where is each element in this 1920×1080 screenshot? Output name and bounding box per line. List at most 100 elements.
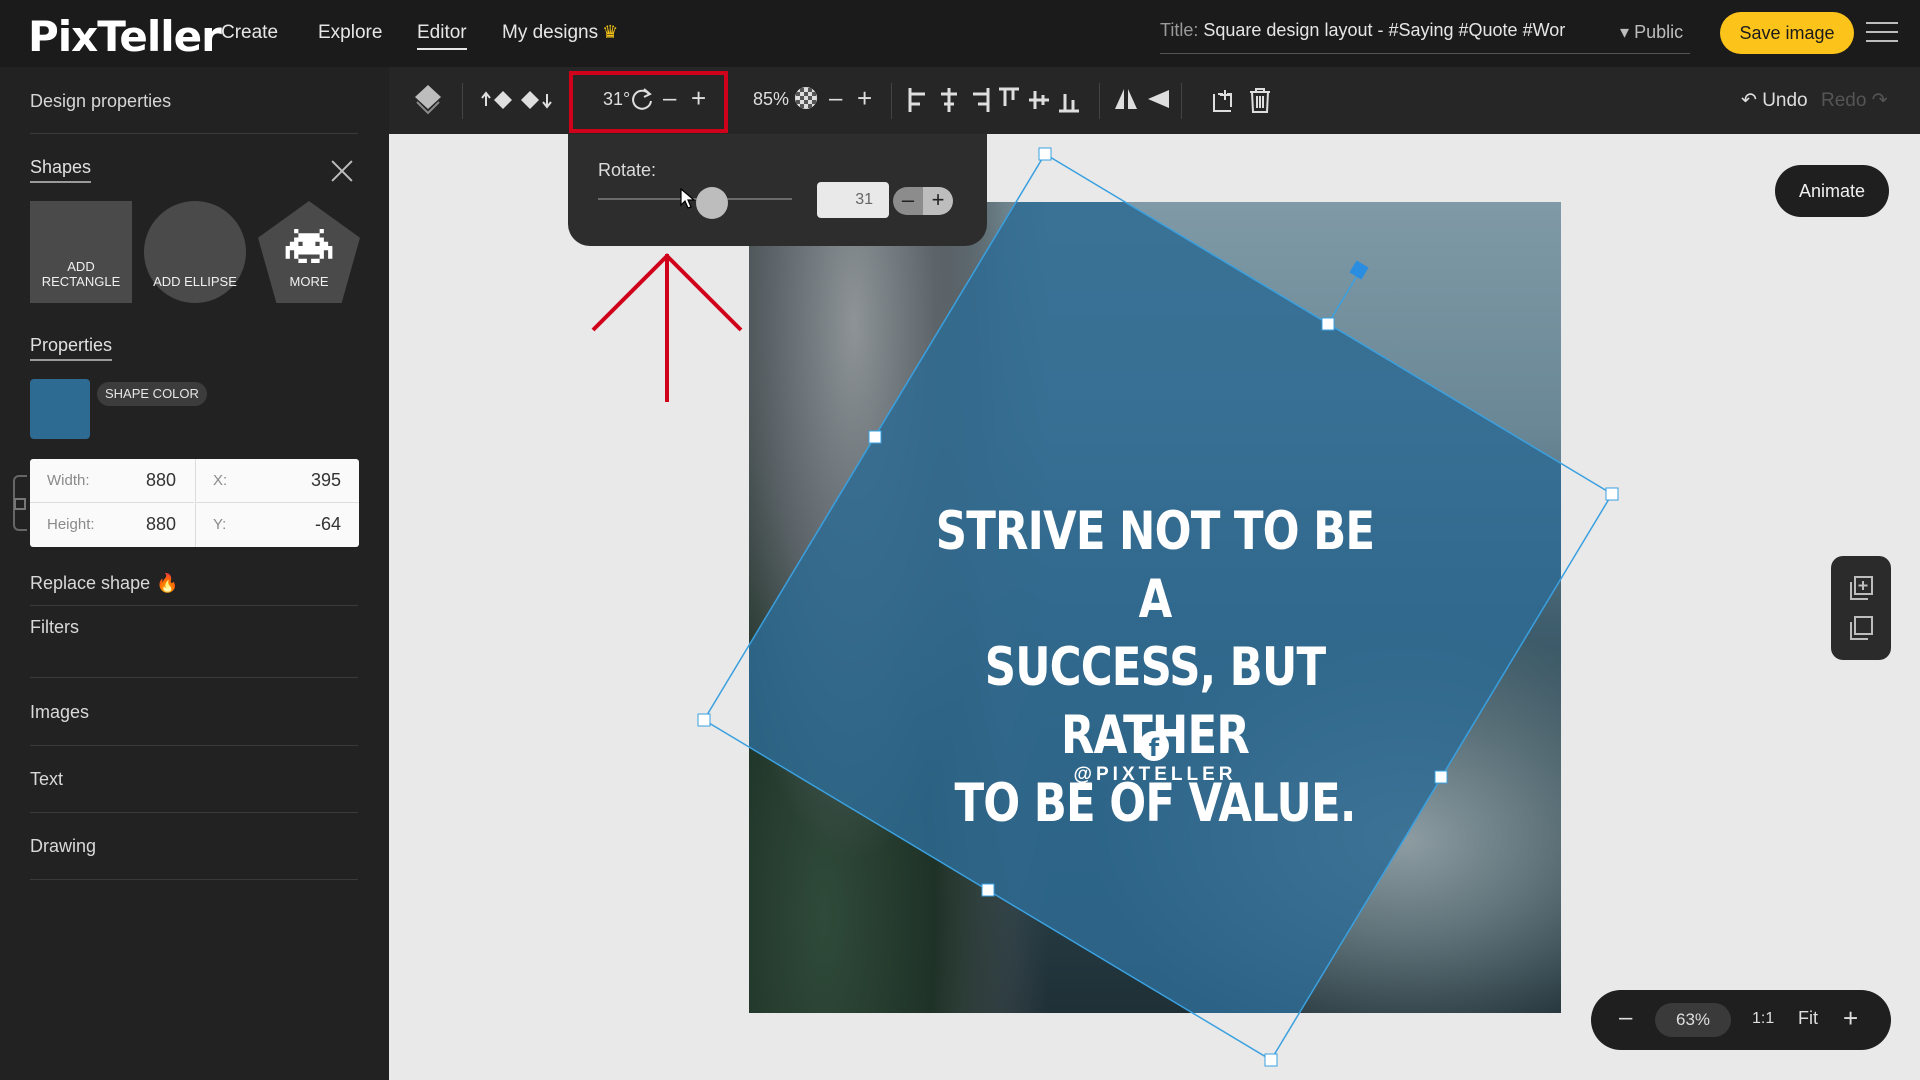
transparency-icon[interactable] <box>794 86 818 110</box>
align-left-icon[interactable] <box>907 86 931 114</box>
toolbar-separator <box>1181 83 1182 119</box>
annotation-arrow <box>591 253 743 402</box>
caret-down-icon: ▾ <box>1620 22 1630 42</box>
rotate-popover: Rotate: 31 – + <box>568 134 987 246</box>
x-field[interactable]: X: 395 <box>195 459 359 503</box>
resize-handle-right[interactable] <box>1605 487 1619 501</box>
app-logo[interactable]: PixTeller <box>28 12 222 61</box>
align-right-icon[interactable] <box>967 86 991 114</box>
flip-horizontal-icon[interactable] <box>1113 86 1139 112</box>
add-rectangle-button[interactable]: ADD RECTANGLE <box>30 201 132 303</box>
visibility-dropdown[interactable]: ▾ Public <box>1620 22 1683 43</box>
more-shapes-label: MORE <box>289 274 329 289</box>
nav-my-designs[interactable]: My designs ♛ <box>502 22 618 44</box>
layers-icon[interactable] <box>413 83 443 117</box>
rotate-increment-button[interactable]: + <box>923 187 953 215</box>
undo-label: Undo <box>1762 90 1808 111</box>
resize-handle-top[interactable] <box>1038 147 1052 161</box>
shape-color-swatch[interactable] <box>30 379 90 439</box>
shapes-heading: Shapes <box>30 157 92 183</box>
text-link[interactable]: Text <box>30 769 63 790</box>
rotate-value-input[interactable]: 31 <box>817 182 889 218</box>
space-invader-icon <box>285 229 333 263</box>
height-value[interactable]: 880 <box>146 514 176 535</box>
add-rectangle-label: ADD RECTANGLE <box>41 259 121 289</box>
hamburger-menu-icon[interactable] <box>1866 22 1898 44</box>
width-value[interactable]: 880 <box>146 470 176 491</box>
height-field[interactable]: Height: 880 <box>30 503 194 547</box>
zoom-controls: – 63% 1:1 Fit + <box>1591 990 1891 1050</box>
align-bottom-icon[interactable] <box>1057 86 1081 114</box>
visibility-label: Public <box>1634 22 1684 42</box>
flip-vertical-icon[interactable] <box>1145 86 1171 112</box>
replace-shape-link[interactable]: Replace shape 🔥 <box>30 573 179 594</box>
top-nav-bar: PixTeller Create Explore Editor My desig… <box>0 0 1920 67</box>
facebook-icon: f <box>1139 731 1169 762</box>
add-page-icon[interactable] <box>1847 574 1875 602</box>
add-ellipse-button[interactable]: ADD ELLIPSE <box>144 201 246 303</box>
bring-forward-icon[interactable] <box>481 86 515 114</box>
rotation-value[interactable]: 31° <box>603 89 630 110</box>
zoom-level[interactable]: 63% <box>1655 1003 1731 1037</box>
divider <box>30 605 358 606</box>
left-sidebar: Design properties Shapes ADD RECTANGLE A… <box>0 67 389 1080</box>
rotate-slider-knob[interactable] <box>695 187 728 219</box>
width-field[interactable]: Width: 880 <box>30 459 194 503</box>
more-shapes-button[interactable]: MORE <box>258 201 360 303</box>
redo-label: Redo <box>1821 90 1867 111</box>
nav-editor[interactable]: Editor <box>417 22 467 50</box>
rotate-icon[interactable] <box>629 86 655 112</box>
social-handle-text[interactable]: @PIXTELLER <box>1040 764 1270 786</box>
flame-icon: 🔥 <box>156 573 179 593</box>
aspect-lock-toggle[interactable] <box>14 498 26 510</box>
trash-icon[interactable] <box>1247 86 1273 114</box>
nav-my-designs-label: My designs <box>502 22 599 43</box>
duplicate-icon[interactable] <box>1209 86 1237 114</box>
title-value[interactable]: Square design layout - #Saying #Quote #W… <box>1203 20 1565 40</box>
opacity-value[interactable]: 85% <box>753 89 789 110</box>
x-value[interactable]: 395 <box>311 470 341 491</box>
crown-icon: ♛ <box>602 22 619 42</box>
redo-button[interactable]: Redo ↷ <box>1821 89 1888 112</box>
toolbar-separator <box>1099 83 1100 119</box>
resize-handle-bottom[interactable] <box>1264 1053 1278 1067</box>
y-value[interactable]: -64 <box>315 514 341 535</box>
add-ellipse-label: ADD ELLIPSE <box>153 274 237 289</box>
copy-page-icon[interactable] <box>1847 614 1875 642</box>
actual-size-button[interactable]: 1:1 <box>1752 1010 1774 1028</box>
y-field[interactable]: Y: -64 <box>195 503 359 547</box>
rotate-minus-button[interactable]: – <box>663 85 676 113</box>
images-link[interactable]: Images <box>30 702 89 723</box>
align-top-icon[interactable] <box>997 86 1021 114</box>
fit-button[interactable]: Fit <box>1798 1008 1818 1029</box>
height-label: Height: <box>47 516 95 533</box>
close-icon[interactable] <box>330 159 354 183</box>
filters-link[interactable]: Filters <box>30 617 79 638</box>
undo-button[interactable]: ↶ Undo <box>1741 89 1808 112</box>
align-center-horizontal-icon[interactable] <box>937 86 961 114</box>
design-properties-link[interactable]: Design properties <box>30 91 171 112</box>
design-title-field[interactable]: Title: Square design layout - #Saying #Q… <box>1160 20 1690 54</box>
redo-icon: ↷ <box>1871 90 1888 111</box>
align-middle-vertical-icon[interactable] <box>1027 86 1051 114</box>
resize-handle-left[interactable] <box>697 713 711 727</box>
animate-button[interactable]: Animate <box>1775 165 1889 217</box>
rotate-plus-button[interactable]: + <box>691 83 706 114</box>
y-label: Y: <box>213 516 227 533</box>
opacity-minus-button[interactable]: – <box>829 85 842 113</box>
quote-text[interactable]: STRIVE NOT TO BE A SUCCESS, BUT RATHER T… <box>930 498 1381 838</box>
toolbar-separator <box>891 83 892 119</box>
send-backward-icon[interactable] <box>519 86 553 114</box>
title-label: Title: <box>1160 20 1199 40</box>
nav-create[interactable]: Create <box>221 22 278 44</box>
rotate-decrement-button[interactable]: – <box>893 187 923 215</box>
nav-explore[interactable]: Explore <box>318 22 382 44</box>
replace-shape-label: Replace shape <box>30 573 151 593</box>
editor-toolbar: 31° – + 85% – + ↶ Undo Redo ↷ <box>389 67 1920 134</box>
save-image-button[interactable]: Save image <box>1720 12 1854 54</box>
opacity-plus-button[interactable]: + <box>857 83 872 114</box>
zoom-out-button[interactable]: – <box>1619 1004 1632 1032</box>
divider <box>30 677 358 678</box>
drawing-link[interactable]: Drawing <box>30 836 96 857</box>
zoom-in-button[interactable]: + <box>1843 1003 1858 1034</box>
